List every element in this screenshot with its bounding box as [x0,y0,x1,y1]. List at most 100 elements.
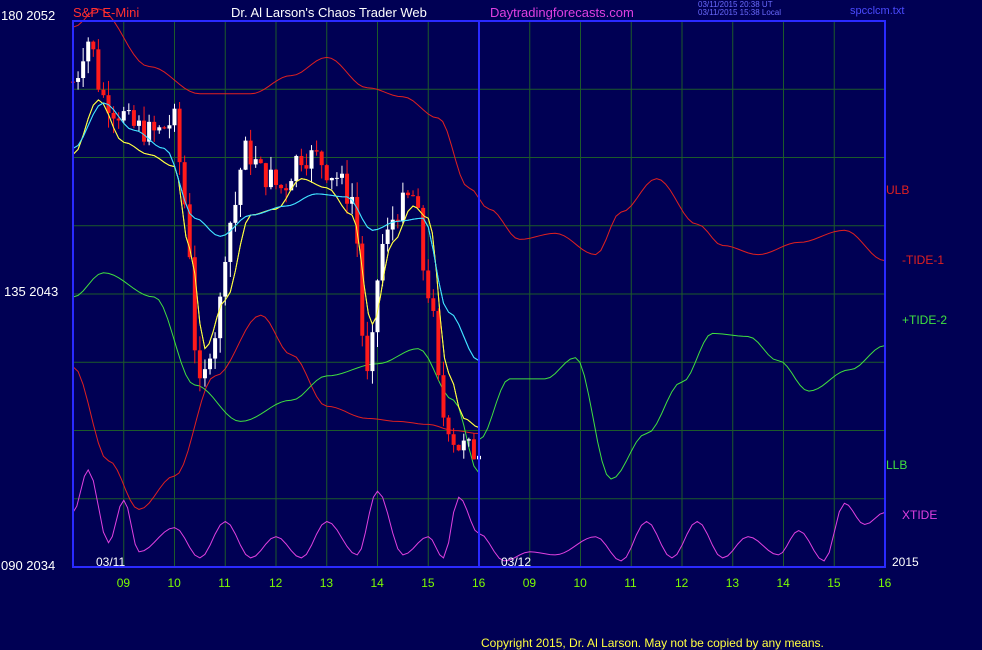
price-candle-body [431,298,436,311]
price-candle-body [370,332,375,372]
price-candle-body [197,350,202,379]
price-candle-body [339,173,344,178]
session-date-right: 03/12 [501,555,532,569]
x-tick-label: 14 [776,576,790,590]
price-candle-body [456,444,461,451]
price-candle-body [96,49,101,90]
y-axis-bottom-label: 090 2034 [1,558,56,573]
price-candle-body [121,111,126,121]
price-candle-body [228,222,233,262]
price-candle-body [294,155,299,182]
price-candle-body [299,155,304,166]
price-candle-body [162,127,167,129]
price-candle-body [263,163,268,188]
price-candle-body [238,169,243,205]
price-candle-body [284,188,289,191]
x-tick-label: 13 [319,576,334,590]
price-candle-body [202,369,207,379]
label-ulb: ULB [886,183,910,197]
price-candle-body [400,192,405,222]
price-candle-body [223,261,228,297]
x-tick-label: 16 [472,576,486,590]
session-date-left: 03/11 [96,555,126,569]
price-candle-body [86,41,91,62]
price-candle-body [177,108,182,163]
price-candle-body [243,140,248,170]
price-candle-body [172,108,177,126]
price-candle-body [213,338,218,359]
x-tick-label: 11 [218,576,231,590]
y-axis-mid-label: 135 2043 [4,284,59,299]
year-label: 2015 [892,555,919,569]
price-candle-body [81,61,86,79]
symbol-title: S&P E-Mini [73,5,140,20]
price-candle-body [142,120,147,142]
price-candle-body [167,125,172,129]
price-candle-body [466,439,471,441]
price-candle-body [233,204,238,223]
price-candle-body [131,110,136,126]
price-candle-body [218,296,223,339]
price-candle-body [152,121,157,131]
label-tide-2: +TIDE-2 [902,313,948,327]
price-candle-body [111,112,116,119]
price-candle-body [334,177,339,179]
x-tick-label: 13 [725,576,740,590]
price-candle-body [446,417,451,435]
price-candle-body [345,173,350,204]
price-candle-body [405,192,410,196]
chart-canvas [71,8,886,568]
x-tick-label: 15 [827,576,841,590]
price-candle-body [441,375,446,418]
price-candle-body [355,196,360,244]
price-candle-body [91,41,96,50]
price-candle-body [76,78,81,82]
price-candle-body [319,151,324,166]
price-candle-body [324,165,329,181]
x-tick-label: 10 [167,576,181,590]
price-candle-body [309,150,314,169]
price-candle-body [390,219,395,230]
x-tick-label: 14 [370,576,384,590]
x-tick-label: 11 [624,576,637,590]
price-candle-body [182,162,187,205]
price-candle-body [304,165,309,169]
timestamp-local: 03/11/2015 15:38 Local [698,8,782,17]
price-candle-body [451,434,456,445]
price-candle-body [329,178,334,181]
price-candle-body [365,335,370,372]
price-candle-body [421,207,426,271]
price-candle-body [416,196,421,208]
y-axis-top-label: 180 2052 [1,8,56,23]
x-tick-label: 12 [675,576,689,590]
x-tick-label: 15 [421,576,435,590]
price-candle-body [101,89,106,96]
price-candle-body [258,159,263,164]
price-candle-body [208,358,213,370]
data-file-name: spcclcm.txt [850,5,905,17]
price-candle-body [461,440,466,451]
x-tick-label: 10 [573,576,587,590]
price-candle-body [157,127,162,131]
label-tide-1: -TIDE-1 [902,253,944,267]
price-candle-body [471,439,476,460]
price-candle-body [274,169,278,185]
chart-title: Dr. Al Larson's Chaos Trader Web [231,5,427,20]
copyright-notice: Copyright 2015, Dr. Al Larson. May not b… [481,636,824,650]
price-candle-body [126,110,131,112]
label-llb: LLB [886,458,908,472]
x-tick-label: 16 [878,576,892,590]
price-candle-body [253,159,258,165]
price-candle-body [411,195,416,197]
price-candle-body [385,229,390,244]
label-xtide: XTIDE [902,508,938,522]
x-tick-label: 12 [269,576,283,590]
price-candle-body [436,310,441,376]
price-candle-body [279,184,284,189]
price-candle-body [248,140,253,165]
price-candle-body [426,270,431,299]
x-tick-label: 09 [522,576,537,590]
price-candle-body [136,120,141,126]
price-candle-body [314,150,319,152]
site-name[interactable]: Daytradingforecasts.com [490,5,634,20]
